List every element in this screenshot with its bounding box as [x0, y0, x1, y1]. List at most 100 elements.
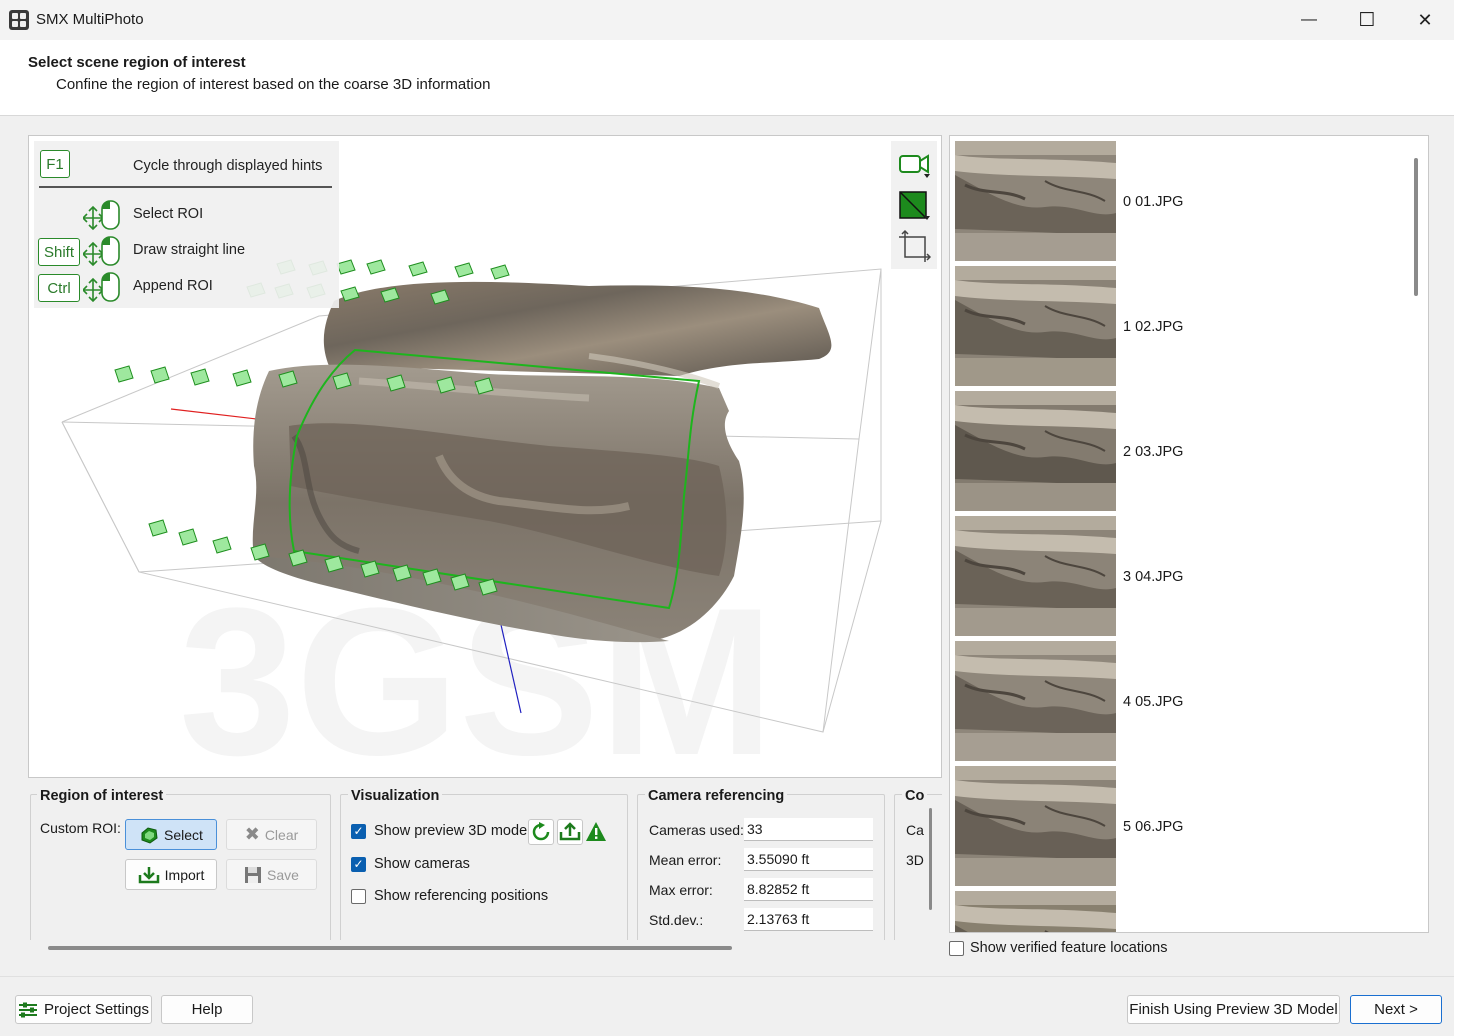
thumbnail-scrollbar[interactable]	[1407, 138, 1427, 932]
warning-icon[interactable]	[585, 821, 607, 843]
3d-viewport[interactable]: 3GSM F1 Cycle through displayed hints Se…	[28, 135, 942, 778]
finish-preview-button[interactable]: Finish Using Preview 3D Model	[1127, 995, 1340, 1024]
shift-key-badge: Shift	[38, 238, 80, 266]
camera-view-button[interactable]	[896, 146, 932, 182]
show-preview-checkbox[interactable]: Show preview 3D model	[351, 823, 530, 839]
std-dev-field[interactable]: 2.13763 ft	[744, 908, 873, 931]
import-icon	[138, 866, 159, 883]
thumbnail-label: 5 06.JPG	[1123, 819, 1184, 835]
show-referencing-label: Show referencing positions	[374, 888, 549, 904]
select-roi-label: Select	[164, 826, 203, 843]
x-axis	[170, 408, 266, 421]
hint-ctrl-text: Append ROI	[133, 278, 213, 294]
cameras-used-field[interactable]: 33	[744, 818, 873, 841]
hint-shift-text: Draw straight line	[133, 242, 246, 258]
hints-overlay: F1 Cycle through displayed hints Select …	[34, 141, 339, 308]
render-mode-button[interactable]	[896, 187, 932, 223]
maximize-icon: ☐	[1358, 9, 1376, 31]
checkbox-checked-icon[interactable]	[351, 823, 366, 839]
window-title: SMX MultiPhoto	[36, 11, 144, 28]
thumbnail-label: 2 03.JPG	[1123, 444, 1184, 460]
hint-divider	[39, 186, 332, 188]
checkbox-icon[interactable]	[949, 940, 964, 956]
import-roi-button[interactable]: Import	[125, 859, 217, 890]
thumbnail-image[interactable]	[955, 266, 1116, 386]
f1-key-badge: F1	[40, 150, 70, 178]
clear-roi-button[interactable]: ✖ Clear	[226, 819, 317, 850]
select-roi-button[interactable]: Select	[125, 819, 217, 850]
crop-icon	[899, 229, 931, 262]
refresh-model-button[interactable]	[528, 819, 554, 845]
show-cameras-checkbox[interactable]: Show cameras	[351, 856, 470, 872]
title-bar: SMX MultiPhoto — ☐ ✕	[0, 0, 1458, 40]
thumbnail-image[interactable]	[955, 766, 1116, 886]
upload-icon	[559, 822, 581, 841]
thumbnail-image[interactable]	[955, 141, 1116, 261]
show-cameras-label: Show cameras	[374, 856, 470, 872]
thumbnail-image[interactable]	[955, 641, 1116, 761]
import-roi-label: Import	[164, 866, 205, 883]
ctrl-key-badge: Ctrl	[38, 274, 80, 302]
save-roi-button[interactable]: Save	[226, 859, 317, 890]
cut-off-line-2: 3D	[906, 852, 924, 868]
clear-roi-label: Clear	[264, 826, 299, 843]
finish-preview-label: Finish Using Preview 3D Model	[1129, 1001, 1338, 1018]
custom-roi-label: Custom ROI:	[40, 820, 121, 836]
next-button[interactable]: Next >	[1350, 995, 1442, 1024]
camera-referencing-title: Camera referencing	[645, 788, 788, 804]
help-button[interactable]: Help	[161, 995, 253, 1024]
std-dev-label: Std.dev.:	[649, 912, 704, 928]
mouse-left-click-icon	[83, 272, 120, 303]
clear-icon: ✖	[244, 824, 260, 844]
save-roi-label: Save	[267, 866, 299, 883]
thumbnail-image[interactable]	[955, 391, 1116, 511]
window-edge	[1454, 0, 1458, 1036]
close-button[interactable]: ✕	[1396, 0, 1454, 40]
page-title: Select scene region of interest	[28, 54, 246, 71]
thumbnail-label: 4 05.JPG	[1123, 694, 1184, 710]
close-icon: ✕	[1417, 9, 1433, 30]
crop-view-button[interactable]	[896, 228, 932, 264]
show-verified-checkbox[interactable]: Show verified feature locations	[949, 940, 1167, 956]
page-subtitle: Confine the region of interest based on …	[56, 76, 491, 93]
wizard-header: Select scene region of interest Confine …	[0, 40, 1454, 116]
cameras-used-label: Cameras used:	[649, 822, 744, 838]
help-label: Help	[191, 1001, 223, 1018]
minimize-button[interactable]: —	[1280, 0, 1338, 40]
roi-group-title: Region of interest	[37, 788, 167, 804]
mean-error-label: Mean error:	[649, 852, 722, 868]
image-thumbnail-list[interactable]: 0 01.JPG 1 02.JPG 2 03.JPG 3 04.JPG 4 05.JPG…	[949, 135, 1429, 933]
options-horizontal-scrollbar[interactable]	[48, 946, 732, 950]
mean-error-field[interactable]: 3.55090 ft	[744, 848, 873, 871]
max-error-field[interactable]: 8.82852 ft	[744, 878, 873, 901]
checkbox-icon[interactable]	[351, 888, 366, 904]
hint-select-text: Select ROI	[133, 206, 204, 222]
maximize-button[interactable]: ☐	[1338, 0, 1396, 40]
wizard-footer: Project Settings Help Finish Using Previ…	[0, 976, 1454, 1036]
next-label: Next >	[1374, 1001, 1418, 1018]
max-error-label: Max error:	[649, 882, 713, 898]
save-icon	[245, 866, 262, 883]
cut-off-line-1: Ca	[906, 822, 924, 838]
project-settings-label: Project Settings	[43, 1001, 150, 1018]
video-camera-icon	[899, 154, 930, 178]
app-icon	[9, 10, 29, 30]
thumbnail-label: 3 04.JPG	[1123, 569, 1184, 585]
settings-sliders-icon	[18, 1002, 37, 1017]
project-settings-button[interactable]: Project Settings	[15, 995, 152, 1024]
options-vertical-scrollbar[interactable]	[929, 808, 932, 910]
show-verified-label: Show verified feature locations	[970, 940, 1168, 956]
options-panel: Region of interest Custom ROI: Select ✖ …	[28, 778, 942, 940]
hint-f1-text: Cycle through displayed hints	[133, 158, 323, 174]
export-model-button[interactable]	[557, 819, 583, 845]
show-referencing-checkbox[interactable]: Show referencing positions	[351, 888, 548, 904]
thumbnail-image[interactable]	[955, 516, 1116, 636]
thumbnail-image[interactable]	[955, 891, 1116, 933]
minimize-icon: —	[1301, 11, 1317, 28]
cut-off-group-title: Co	[902, 788, 928, 804]
viewport-toolbar	[891, 141, 937, 269]
render-mode-icon	[899, 191, 930, 220]
scrollbar-thumb[interactable]	[1414, 158, 1418, 296]
checkbox-checked-icon[interactable]	[351, 856, 366, 872]
thumbnail-label: 0 01.JPG	[1123, 194, 1184, 210]
